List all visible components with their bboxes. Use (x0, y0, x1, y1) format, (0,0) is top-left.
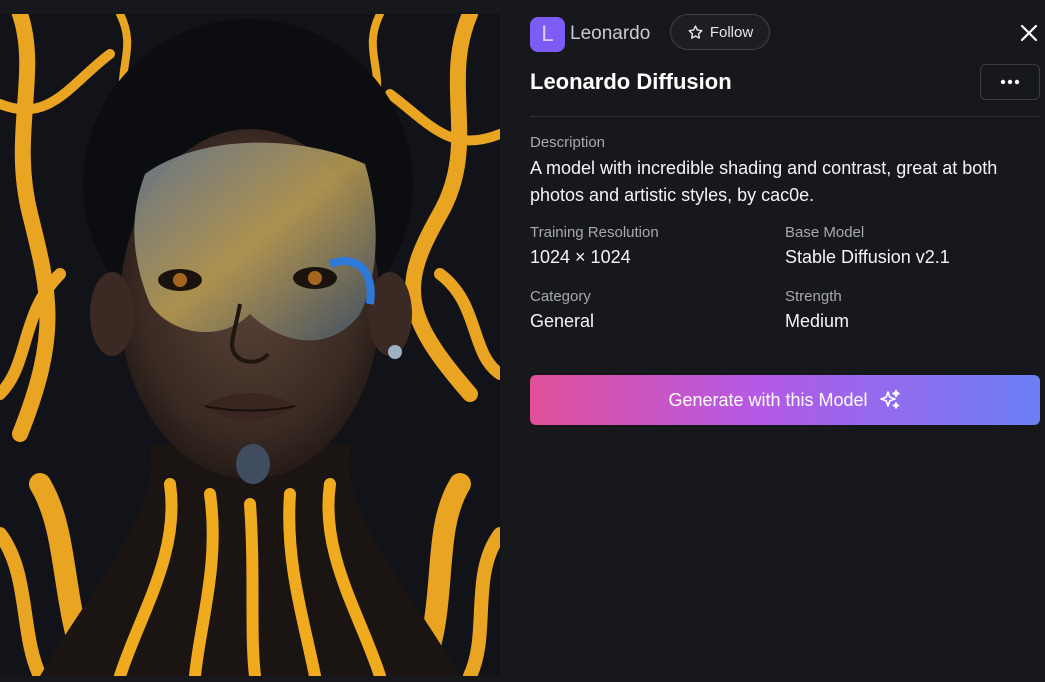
description-label: Description (530, 134, 606, 151)
model-title: Leonardo Diffusion (530, 69, 732, 94)
field-label: Strength (785, 288, 842, 305)
model-preview-image (0, 14, 500, 676)
field-value: Stable Diffusion v2.1 (785, 247, 950, 267)
field-label: Base Model (785, 224, 865, 241)
field-category: Category General (530, 288, 594, 332)
description-text: A model with incredible shading and cont… (530, 158, 998, 205)
creator-name[interactable]: Leonardo (570, 23, 650, 45)
close-icon (1020, 24, 1038, 42)
creator-avatar[interactable]: L (530, 16, 565, 52)
field-training-resolution: Training Resolution 1024 × 1024 (530, 224, 659, 268)
field-label: Category (530, 288, 591, 305)
field-value: 1024 × 1024 (530, 247, 631, 267)
field-value: General (530, 311, 595, 331)
field-strength: Strength Medium (785, 288, 849, 332)
field-value: Medium (785, 311, 850, 331)
more-options-button[interactable] (980, 64, 1040, 100)
star-icon (688, 24, 703, 39)
sparkles-icon (879, 389, 900, 409)
more-horizontal-icon (1000, 79, 1020, 85)
divider (530, 116, 1040, 117)
close-button[interactable] (1018, 22, 1040, 44)
generate-with-model-button[interactable]: Generate with this Model (530, 375, 1040, 425)
field-base-model: Base Model Stable Diffusion v2.1 (785, 224, 950, 268)
model-info-panel: L Leonardo Follow Leonardo Diffusion Des… (530, 0, 1040, 682)
field-label: Training Resolution (530, 224, 659, 241)
generate-label: Generate with this Model (668, 389, 868, 410)
follow-label: Follow (709, 23, 754, 41)
follow-button[interactable]: Follow (670, 14, 770, 50)
creator-row: L Leonardo Follow (530, 14, 770, 52)
